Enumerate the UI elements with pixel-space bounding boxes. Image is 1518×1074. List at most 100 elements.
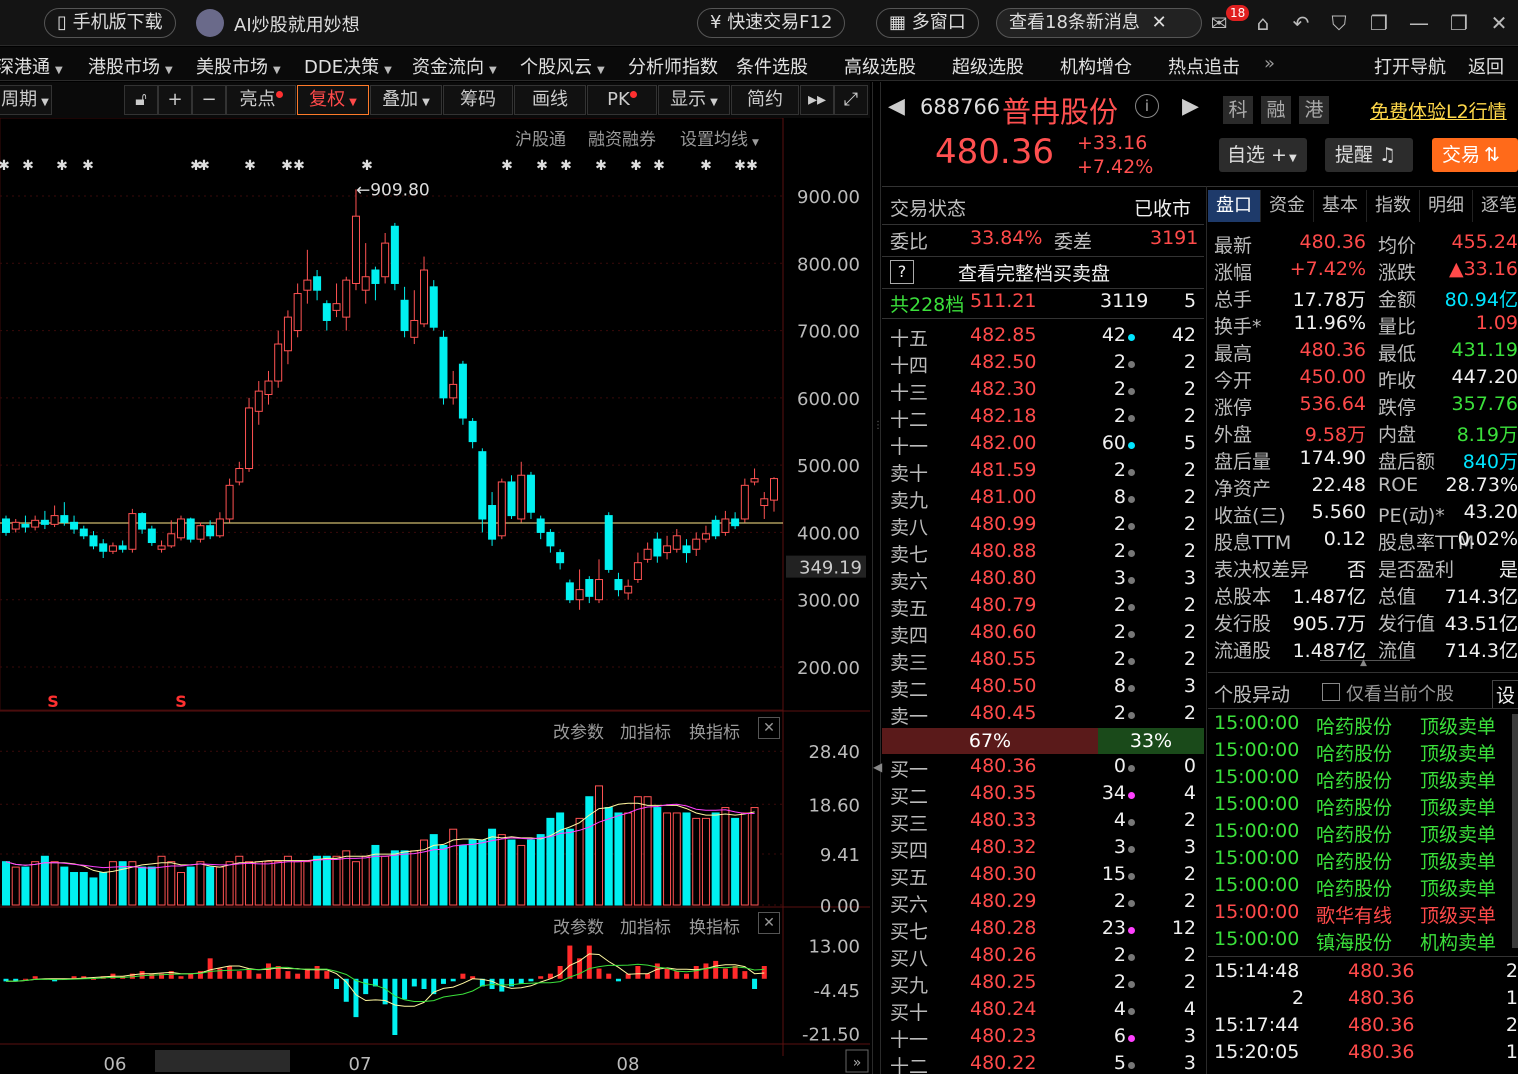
ai-promo-link[interactable]: AI炒股就用妙想 [234, 11, 360, 37]
chevron-right-icon[interactable]: » [853, 1055, 862, 1071]
nav-item[interactable]: 高级选股 [844, 53, 916, 79]
nav-item[interactable]: 超级选股 [952, 53, 1024, 79]
tab-1[interactable]: 资金 [1261, 190, 1314, 222]
l2-trial-link[interactable]: 免费体验L2行情 [1370, 97, 1507, 124]
nav-item[interactable]: 分析师指数 [628, 53, 718, 79]
tab-5[interactable]: 逐笔 [1473, 190, 1518, 222]
buy-level-row[interactable]: 十二 480.22 5 3 [884, 1052, 1204, 1074]
tab-4[interactable]: 明细 [1420, 190, 1473, 222]
buy-level-row[interactable]: 买八 480.26 2 2 [884, 944, 1204, 971]
sell-level-row[interactable]: 十三 482.30 2 2 [884, 378, 1204, 405]
movement-row[interactable]: 15:00:00 哈药股份 顶级卖单 [1214, 793, 1518, 820]
movement-row[interactable]: 15:00:00 哈药股份 顶级卖单 [1214, 739, 1518, 766]
back-button[interactable]: 返回 [1468, 53, 1504, 79]
nav-item[interactable]: 深港通 ▼ [0, 53, 63, 79]
only-current-checkbox[interactable] [1322, 683, 1340, 701]
sell-level-row[interactable]: 卖一 480.45 2 2 [884, 702, 1204, 729]
remind-button[interactable]: 提醒 ♫ [1325, 138, 1413, 172]
nav-item[interactable]: 美股市场 ▼ [196, 53, 281, 79]
minimize-icon[interactable]: — [1406, 10, 1432, 36]
buy-level-row[interactable]: 买六 480.29 2 2 [884, 890, 1204, 917]
movement-row[interactable]: 15:00:00 哈药股份 顶级卖单 [1214, 847, 1518, 874]
buy-level-row[interactable]: 买三 480.33 4 2 [884, 809, 1204, 836]
movement-row[interactable]: 15:00:00 哈药股份 顶级卖单 [1214, 874, 1518, 901]
sell-level-row[interactable]: 卖二 480.50 8 3 [884, 675, 1204, 702]
forward-icon[interactable]: ▸▸ [800, 85, 834, 115]
movement-row[interactable]: 15:00:00 哈药股份 顶级卖单 [1214, 820, 1518, 847]
pk-button[interactable]: PK [587, 85, 657, 115]
sell-level-row[interactable]: 卖三 480.55 2 2 [884, 648, 1204, 675]
sell-level-row[interactable]: 卖十 481.59 2 2 [884, 459, 1204, 486]
nav-item[interactable]: 热点追击 [1168, 53, 1240, 79]
info-icon[interactable]: i [1135, 94, 1159, 118]
zoom-out-icon[interactable]: − [192, 85, 226, 115]
zoom-in-icon[interactable]: + [158, 85, 192, 115]
maximize-icon[interactable]: ❐ [1446, 10, 1472, 36]
nav-item[interactable]: 机构增仓 [1060, 53, 1132, 79]
shirt-icon[interactable]: ⛉ [1326, 10, 1352, 36]
float-window-icon[interactable]: ❐ [1366, 10, 1392, 36]
nav-item[interactable]: 个股风云 ▼ [520, 53, 605, 79]
display-button[interactable]: 显示 ▼ [658, 85, 730, 115]
sell-level-row[interactable]: 卖九 481.00 8 2 [884, 486, 1204, 513]
buy-level-row[interactable]: 十一 480.23 6 3 [884, 1025, 1204, 1052]
chips-button[interactable]: 筹码 [443, 85, 513, 115]
buy-level-row[interactable]: 买二 480.35 34 4 [884, 782, 1204, 809]
scrollbar[interactable] [1512, 714, 1518, 948]
lock-icon[interactable]: 🔓︎ [124, 85, 158, 115]
nav-item[interactable]: 条件选股 [736, 53, 808, 79]
next-stock-icon[interactable]: ▶ [1182, 94, 1199, 119]
window-close-icon[interactable]: ✕ [1486, 10, 1512, 36]
fullscreen-icon[interactable]: ⤢ [834, 85, 868, 115]
sell-level-row[interactable]: 卖七 480.88 2 2 [884, 540, 1204, 567]
splitter-handle[interactable]: ⋮ [873, 420, 883, 431]
more-icon[interactable]: » [1264, 53, 1275, 74]
buy-level-row[interactable]: 买四 480.32 3 3 [884, 836, 1204, 863]
tab-2[interactable]: 基本 [1314, 190, 1367, 222]
movement-row[interactable]: 15:00:00 歌华有线 顶级买单 [1214, 901, 1518, 928]
nav-item[interactable]: 港股市场 ▼ [88, 53, 173, 79]
highlight-button[interactable]: 亮点 [226, 85, 296, 115]
trade-button[interactable]: 交易 ⇅ [1432, 138, 1518, 172]
movement-settings[interactable]: 设 [1492, 680, 1518, 709]
buy-level-row[interactable]: 买十 480.24 4 4 [884, 998, 1204, 1025]
sell-level-row[interactable]: 十二 482.18 2 2 [884, 405, 1204, 432]
news-button[interactable]: 查看18条新消息 ✕ [996, 8, 1202, 38]
restore-rights-button[interactable]: 复权 ▼ [297, 85, 369, 115]
buy-level-row[interactable]: 买七 480.28 23 12 [884, 917, 1204, 944]
full-depth-link[interactable]: 查看完整档买卖盘 [958, 259, 1110, 286]
sell-level-row[interactable]: 卖五 480.79 2 2 [884, 594, 1204, 621]
multi-window-button[interactable]: ▦ 多窗口 [876, 8, 979, 38]
nav-item[interactable]: 资金流向 ▼ [412, 53, 497, 79]
buy-level-row[interactable]: 买一 480.36 0 0 [884, 755, 1204, 782]
open-nav-button[interactable]: 打开导航 [1374, 53, 1446, 79]
home-icon[interactable]: ⌂ [1250, 10, 1276, 36]
movement-row[interactable]: 15:00:00 哈药股份 顶级卖单 [1214, 712, 1518, 739]
tab-3[interactable]: 指数 [1367, 190, 1420, 222]
sell-level-row[interactable]: 卖八 480.99 2 2 [884, 513, 1204, 540]
movement-row[interactable]: 15:00:00 镇海股份 机构卖单 [1214, 928, 1518, 955]
quick-trade-button[interactable]: ¥ 快速交易F12 [697, 8, 846, 38]
draw-line-button[interactable]: 画线 [514, 85, 586, 115]
sell-level-row[interactable]: 十五 482.85 42 42 [884, 324, 1204, 351]
sell-level-row[interactable]: 卖六 480.80 3 3 [884, 567, 1204, 594]
close-icon[interactable]: ✕ [1152, 12, 1167, 33]
help-icon[interactable]: ? [890, 260, 914, 284]
collapse-icon[interactable]: ◀ [873, 760, 882, 774]
sell-level-row[interactable]: 十四 482.50 2 2 [884, 351, 1204, 378]
x-scroll-thumb[interactable] [155, 1050, 290, 1072]
chevron-up-icon[interactable]: ▲ [1360, 658, 1367, 668]
mobile-download-button[interactable]: ▯ 手机版下载 [44, 8, 176, 38]
brief-button[interactable]: 简约 [731, 85, 799, 115]
overlay-button[interactable]: 叠加 ▼ [370, 85, 442, 115]
period-dropdown[interactable]: 周期 ▼ [0, 85, 52, 115]
kline-chart[interactable]: 900.00 800.00 700.00 600.00 500.00 400.00 300.… [0, 118, 870, 1074]
undo-icon[interactable]: ↶ [1288, 10, 1314, 36]
buy-level-row[interactable]: 买九 480.25 2 2 [884, 971, 1204, 998]
prev-stock-icon[interactable]: ◀ [888, 94, 905, 119]
tab-0[interactable]: 盘口 [1208, 190, 1261, 222]
sell-level-row[interactable]: 十一 482.00 60 5 [884, 432, 1204, 459]
movement-row[interactable]: 15:00:00 哈药股份 顶级卖单 [1214, 766, 1518, 793]
buy-level-row[interactable]: 买五 480.30 15 2 [884, 863, 1204, 890]
sell-level-row[interactable]: 卖四 480.60 2 2 [884, 621, 1204, 648]
